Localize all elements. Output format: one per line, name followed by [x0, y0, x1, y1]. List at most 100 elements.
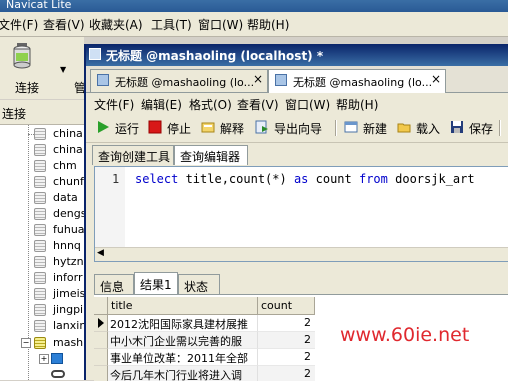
- tab-status[interactable]: 状态: [178, 274, 220, 294]
- query-menu-file[interactable]: 文件(F): [94, 96, 134, 113]
- tree-item-database[interactable]: jimeis: [34, 286, 84, 302]
- column-header-count[interactable]: count: [258, 297, 315, 315]
- app-title-bar: Navicat Lite: [0, 0, 508, 12]
- cell-text: 2: [304, 367, 311, 380]
- main-menu-bar: 文件(F) 查看(V) 收藏夹(A) 工具(T) 窗口(W) 帮助(H): [0, 12, 508, 37]
- cell-count[interactable]: 2: [258, 366, 315, 381]
- database-open-icon: [34, 337, 46, 349]
- cell-text: 中小木门企业需以完善的服: [110, 335, 242, 348]
- row-indicator: [94, 366, 108, 381]
- cell-text: 2012沈阳国际家具建材展推: [110, 318, 248, 331]
- tab-query-builder[interactable]: 查询创建工具: [92, 145, 174, 165]
- sql-editor[interactable]: 1 select title,count(*) as count from do…: [94, 166, 508, 262]
- close-icon[interactable]: ×: [253, 72, 263, 86]
- menu-help[interactable]: 帮助(H): [247, 16, 289, 33]
- cell-count[interactable]: 2: [258, 332, 315, 349]
- table-row[interactable]: 事业单位改革：2011年全部 2: [94, 349, 324, 366]
- toolbar-separator: [499, 120, 501, 136]
- tree-item-database[interactable]: china: [34, 142, 84, 158]
- tree-item-label: china: [53, 143, 83, 156]
- query-window-icon: [89, 48, 101, 60]
- tree-item-label: hnnq: [53, 239, 81, 252]
- export-icon: [255, 120, 268, 134]
- tree-item-database[interactable]: jingpi: [34, 302, 84, 318]
- cell-title[interactable]: 今后几年木门行业将进入调: [108, 366, 258, 381]
- table-row[interactable]: 2012沈阳国际家具建材展推 2: [94, 315, 324, 332]
- collapse-toggle[interactable]: −: [21, 338, 31, 348]
- row-indicator: [94, 315, 108, 332]
- tree-item-label: dengs: [53, 207, 84, 220]
- sql-text: count: [308, 172, 359, 186]
- tree-item-database[interactable]: data: [34, 190, 84, 206]
- query-window-title: 无标题 @mashaoling (localhost) *: [106, 49, 324, 63]
- tab-query-editor[interactable]: 查询编辑器: [174, 145, 248, 165]
- tree-item-database[interactable]: china: [34, 126, 84, 142]
- tree-item-database[interactable]: chunf: [34, 174, 84, 190]
- menu-favorites[interactable]: 收藏夹(A): [89, 16, 143, 33]
- table-row[interactable]: 今后几年木门行业将进入调 2: [94, 366, 324, 381]
- tree-item-label: chm: [53, 159, 77, 172]
- sql-code: select title,count(*) as count from door…: [135, 172, 475, 186]
- cell-title[interactable]: 2012沈阳国际家具建材展推: [108, 315, 258, 332]
- tree-item-label: china: [53, 127, 83, 140]
- cell-count[interactable]: 2: [258, 315, 315, 332]
- tree-item-database[interactable]: fuhua: [34, 222, 84, 238]
- pane-splitter[interactable]: [86, 264, 508, 272]
- document-tab-active[interactable]: 无标题 @mashaoling (lo... ×: [268, 69, 446, 93]
- document-tab[interactable]: 无标题 @mashaoling (lo... ×: [90, 69, 268, 92]
- query-menu-help[interactable]: 帮助(H): [336, 96, 378, 113]
- tree-item-database[interactable]: hnnq: [34, 238, 84, 254]
- horizontal-scrollbar[interactable]: ◀: [95, 247, 508, 261]
- database-icon: [34, 224, 46, 236]
- cell-count[interactable]: 2: [258, 349, 315, 366]
- tree-item-database[interactable]: chm: [34, 158, 84, 174]
- line-number: 1: [112, 172, 120, 186]
- query-menu-window[interactable]: 窗口(W): [285, 96, 330, 113]
- query-menu-bar: 文件(F) 编辑(E) 格式(O) 查看(V) 窗口(W) 帮助(H): [86, 92, 508, 114]
- tree-item-database-open[interactable]: mash: [34, 335, 84, 351]
- chevron-down-icon[interactable]: ▼: [60, 65, 66, 74]
- close-icon[interactable]: ×: [431, 72, 441, 86]
- view-icon: [51, 370, 65, 378]
- tab-result1[interactable]: 结果1: [134, 272, 178, 294]
- tab-info[interactable]: 信息: [94, 274, 134, 294]
- sql-keyword: as: [293, 172, 309, 186]
- database-connect-icon: [13, 43, 31, 69]
- document-tab-label: 无标题 @mashaoling (lo...: [115, 76, 255, 89]
- tree-item-database[interactable]: lanxin: [34, 318, 84, 334]
- tree-item-database[interactable]: inforr: [34, 270, 84, 286]
- menu-file[interactable]: 文件(F): [0, 16, 38, 33]
- column-header-label: title: [111, 299, 133, 312]
- connection-panel-header: 连接: [0, 100, 84, 125]
- toolbar-separator: [335, 120, 337, 136]
- main-toolbar: 连接 ▼ 管: [0, 37, 86, 99]
- tab-label: 查询编辑器: [180, 150, 241, 164]
- expand-toggle[interactable]: +: [39, 354, 49, 364]
- query-menu-view[interactable]: 查看(V): [237, 96, 279, 113]
- tab-label: 查询创建工具: [98, 150, 171, 164]
- menu-tools[interactable]: 工具(T): [151, 16, 192, 33]
- column-header-title[interactable]: title: [108, 297, 258, 315]
- tree-item-database[interactable]: hytzn: [34, 254, 84, 270]
- row-indicator-header: [94, 297, 108, 315]
- row-indicator: [94, 332, 108, 349]
- table-row[interactable]: 中小木门企业需以完善的服 2: [94, 332, 324, 349]
- scroll-left-icon[interactable]: ◀: [97, 248, 104, 258]
- menu-window[interactable]: 窗口(W): [198, 16, 243, 33]
- query-menu-format[interactable]: 格式(O): [189, 96, 232, 113]
- site-watermark: www.60ie.net: [340, 324, 470, 346]
- sql-keyword: select: [135, 172, 179, 186]
- tree-item-database[interactable]: dengs: [34, 206, 84, 222]
- database-icon: [34, 288, 46, 300]
- query-menu-edit[interactable]: 编辑(E): [141, 96, 182, 113]
- new-label: 新建: [363, 122, 388, 136]
- query-window-title-bar: 无标题 @mashaoling (localhost) *: [86, 44, 508, 66]
- cell-title[interactable]: 事业单位改革：2011年全部: [108, 349, 258, 366]
- menu-view[interactable]: 查看(V): [43, 16, 85, 33]
- export-wizard-label: 导出向导: [274, 122, 323, 136]
- tree-item-label: lanxin: [53, 319, 84, 332]
- stop-icon: [148, 120, 162, 134]
- query-icon: [275, 74, 287, 86]
- cell-title[interactable]: 中小木门企业需以完善的服: [108, 332, 258, 349]
- play-icon: [98, 121, 109, 133]
